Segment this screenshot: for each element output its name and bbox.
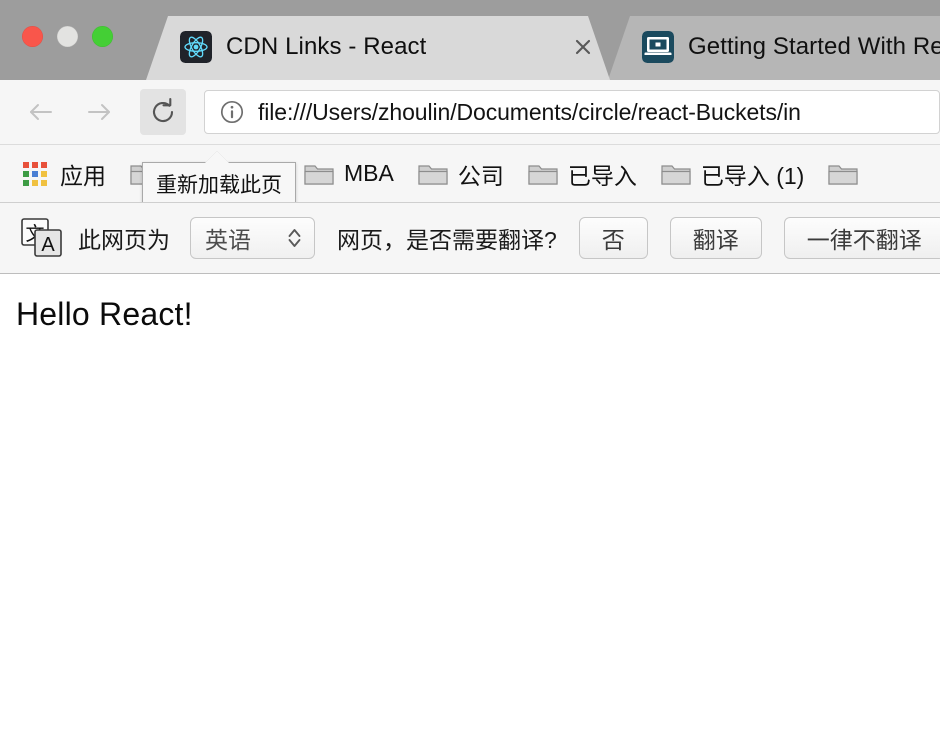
folder-icon xyxy=(828,164,858,185)
folder-icon xyxy=(418,164,448,185)
apps-grid-icon xyxy=(23,161,47,186)
folder-icon xyxy=(661,164,691,185)
bookmarks-bar: 应用 设计 MBA 公司 已导入 xyxy=(0,145,940,203)
back-arrow-icon xyxy=(30,104,52,120)
svg-text:A: A xyxy=(41,234,55,256)
chevron-updown-icon xyxy=(288,229,301,247)
folder-icon xyxy=(304,164,334,185)
react-logo-icon xyxy=(180,31,212,63)
bookmark-label: 已导入 xyxy=(567,162,637,189)
translate-infobar: 文 A 此网页为 英语 网页，是否需要翻译? 否 翻译 一律不翻译 xyxy=(0,203,940,274)
browser-tab-getting-started[interactable]: Getting Started With Re xyxy=(608,14,940,80)
url-text[interactable]: file:///Users/zhoulin/Documents/circle/r… xyxy=(258,99,801,126)
browser-toolbar: file:///Users/zhoulin/Documents/circle/r… xyxy=(0,80,940,145)
source-language-select[interactable]: 英语 xyxy=(190,217,315,259)
close-window-button[interactable] xyxy=(22,26,43,47)
bookmark-apps[interactable]: 应用 xyxy=(22,154,106,194)
translate-button[interactable]: 翻译 xyxy=(669,217,762,259)
translate-prefix-text: 此网页为 xyxy=(78,227,170,253)
page-content: Hello React! xyxy=(0,274,940,754)
bookmark-label: 公司 xyxy=(457,162,504,189)
bookmark-folder-overflow[interactable] xyxy=(828,154,868,194)
folder-icon xyxy=(528,164,558,185)
window-controls xyxy=(22,26,113,47)
tab-title: CDN Links - React xyxy=(226,33,427,60)
bookmark-folder-gongsi[interactable]: 公司 xyxy=(418,154,504,194)
selected-language: 英语 xyxy=(205,227,251,253)
close-icon xyxy=(575,39,591,55)
translate-icon: 文 A xyxy=(20,217,66,259)
bookmark-label: MBA xyxy=(344,160,394,186)
tooltip-arrow-icon xyxy=(205,151,229,163)
tab-strip: Getting Started With Re CDN Links - Reac… xyxy=(0,0,940,80)
minimize-window-button[interactable] xyxy=(57,26,78,47)
browser-tab-cdn-links-react[interactable]: CDN Links - React xyxy=(146,14,610,80)
address-bar[interactable]: file:///Users/zhoulin/Documents/circle/r… xyxy=(204,90,940,134)
close-tab-button[interactable] xyxy=(570,34,596,60)
back-button[interactable] xyxy=(18,89,64,135)
forward-arrow-icon xyxy=(88,104,110,120)
decline-translate-button[interactable]: 否 xyxy=(578,217,648,259)
reload-tooltip: 重新加载此页 xyxy=(142,151,296,202)
page-heading: Hello React! xyxy=(16,296,193,332)
tooltip-text: 重新加载此页 xyxy=(156,174,282,197)
laptop-icon xyxy=(642,31,674,63)
zoom-window-button[interactable] xyxy=(92,26,113,47)
info-circle-icon[interactable] xyxy=(219,99,245,125)
reload-button[interactable] xyxy=(140,89,186,135)
bookmark-label: 已导入 (1) xyxy=(700,162,805,189)
bookmark-folder-imported-1[interactable]: 已导入 (1) xyxy=(661,154,805,194)
bookmark-folder-mba[interactable]: MBA xyxy=(304,154,394,194)
translate-question-text: 网页，是否需要翻译? xyxy=(337,227,557,253)
reload-icon xyxy=(153,97,174,123)
forward-button[interactable] xyxy=(76,89,122,135)
bookmark-folder-imported[interactable]: 已导入 xyxy=(528,154,637,194)
tab-title: Getting Started With Re xyxy=(688,33,940,60)
never-translate-button[interactable]: 一律不翻译 xyxy=(783,217,940,259)
bookmark-label: 应用 xyxy=(60,162,106,189)
